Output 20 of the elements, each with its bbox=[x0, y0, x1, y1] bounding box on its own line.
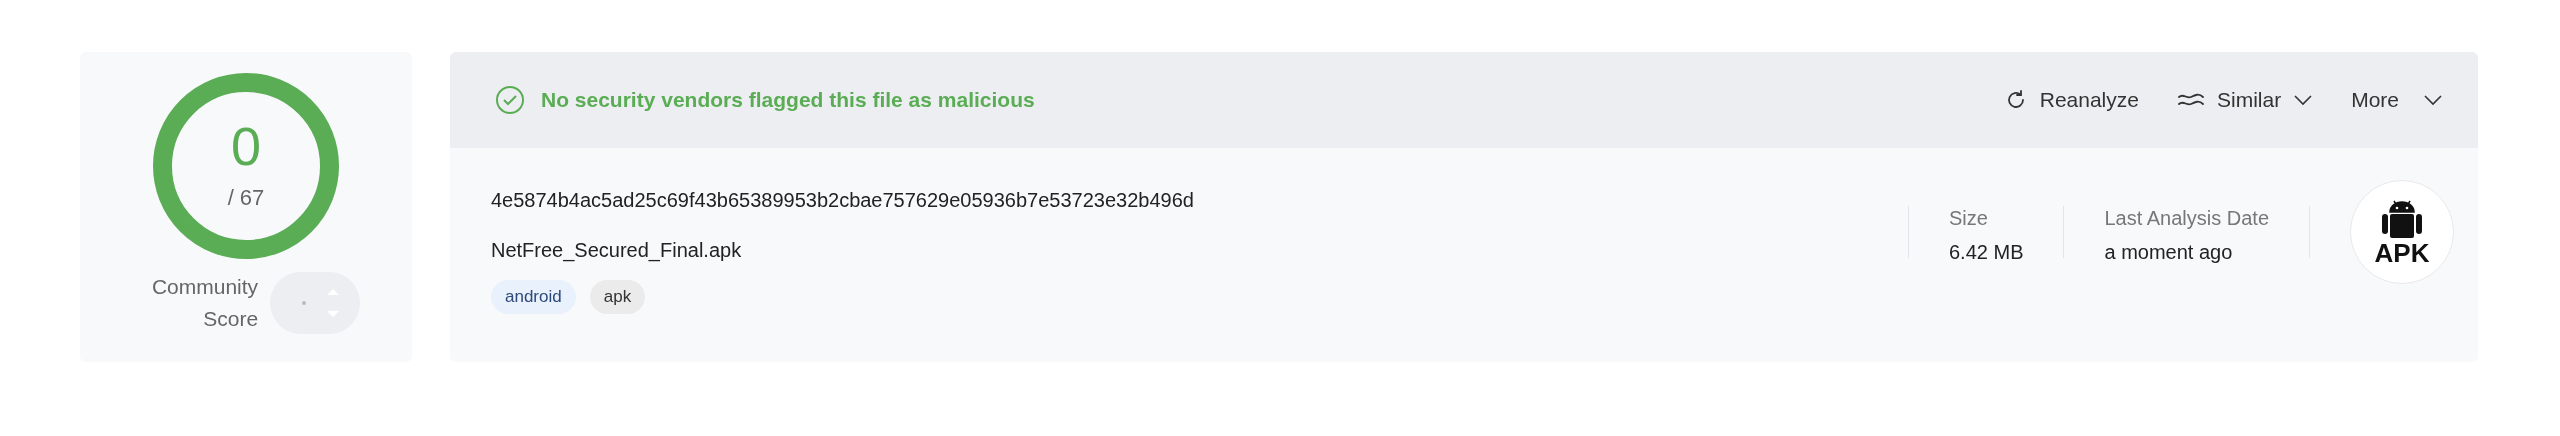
file-hash: 4e5874b4ac5ad25c69f43b65389953b2cbae757629e05936b7e53723e32b496d bbox=[491, 188, 1194, 213]
detection-count: 0 bbox=[230, 118, 261, 173]
score-label: Community bbox=[151, 274, 259, 300]
stat-value: 6.42 MB bbox=[1949, 240, 2024, 265]
stat-value: a moment ago bbox=[2104, 240, 2234, 265]
tag[interactable]: android bbox=[491, 280, 576, 314]
reanalyze-button[interactable]: Reanalyze bbox=[2003, 84, 2139, 116]
score-label: Score bbox=[203, 306, 259, 332]
status-message: No security vendors flagged this file as malicious bbox=[541, 87, 1035, 114]
check-circle-icon bbox=[495, 85, 525, 115]
chevron-down-icon bbox=[2423, 94, 2443, 106]
stat-label: Size bbox=[1949, 206, 1989, 231]
chevron-down-icon bbox=[2293, 94, 2314, 106]
similar-dropdown[interactable]: Similar bbox=[2176, 84, 2314, 116]
stat-label: Last Analysis Date bbox=[2104, 206, 2269, 231]
more-dropdown[interactable]: More bbox=[2351, 84, 2443, 116]
file-name: NetFree_Secured_Final.apk bbox=[491, 238, 743, 264]
total-count: / 67 bbox=[227, 183, 265, 212]
file-type-label: APK bbox=[2374, 240, 2430, 266]
tag[interactable]: apk bbox=[589, 280, 646, 314]
